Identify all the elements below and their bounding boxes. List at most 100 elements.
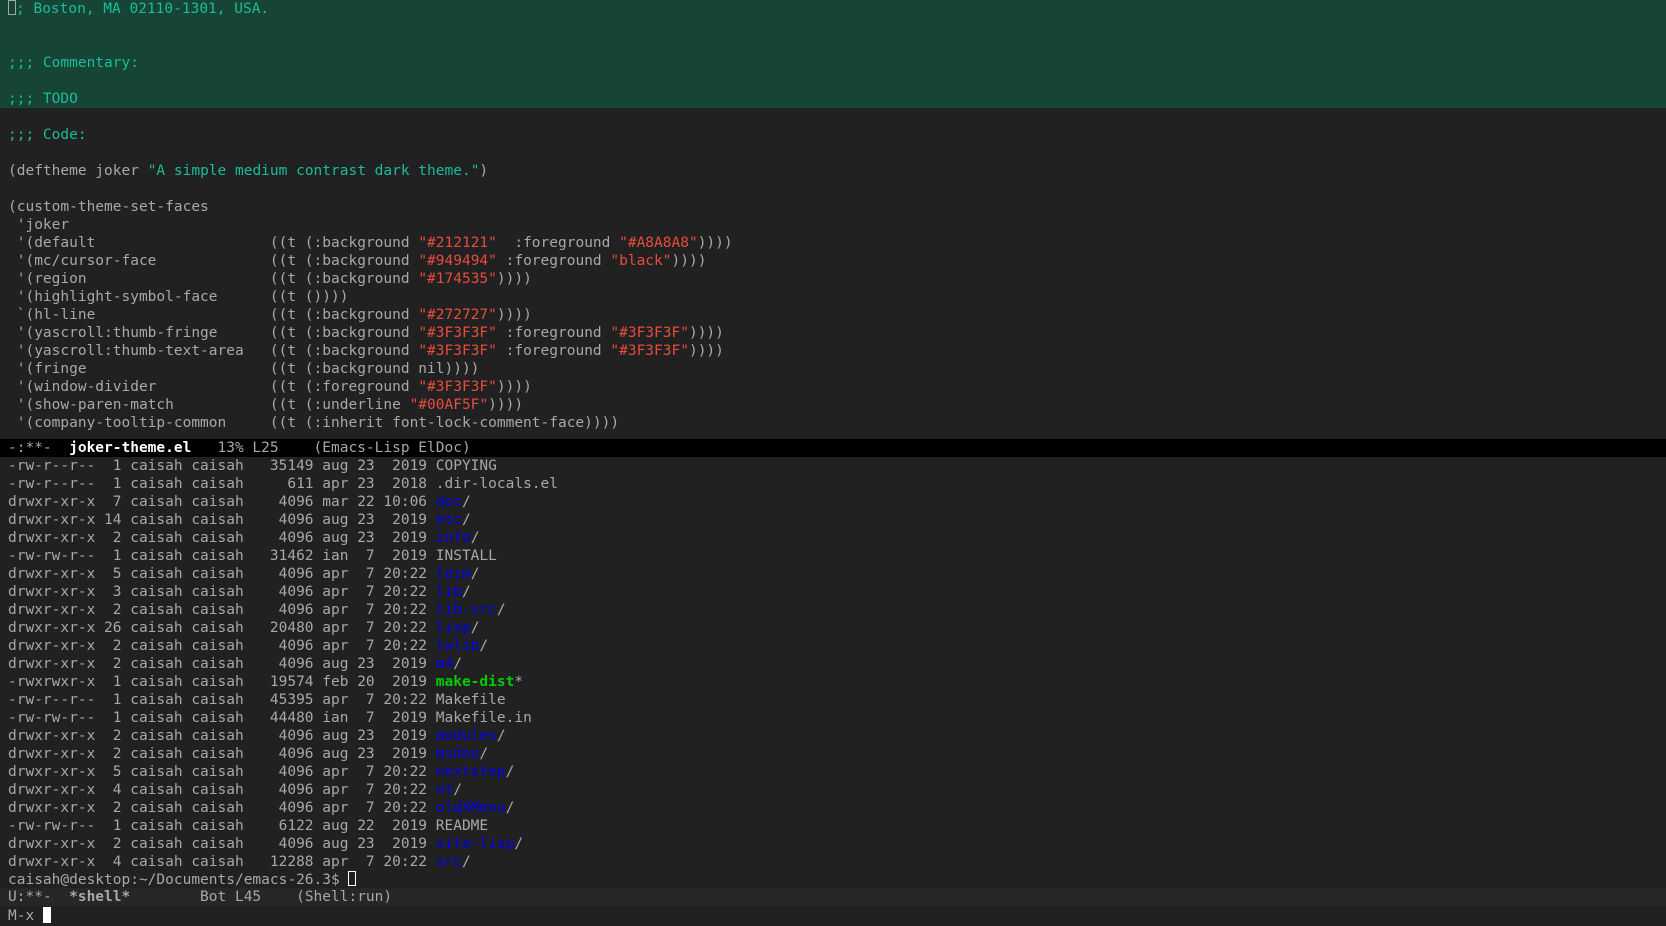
major-mode[interactable]: (Emacs-Lisp ElDoc)	[314, 440, 471, 456]
file-name[interactable]: Makefile.in	[436, 710, 532, 726]
minibuffer[interactable]: M-x	[0, 906, 1666, 926]
listing-row: drwxr-xr-x 7 caisah caisah 4096 mar 22 1…	[0, 493, 1666, 511]
dir-suffix: /	[461, 512, 471, 528]
file-metadata: drwxr-xr-x 2 caisah caisah 4096 apr 7 20…	[8, 800, 436, 816]
code-text: (custom-theme-set-faces	[8, 199, 209, 215]
directory-name[interactable]: nt	[436, 782, 453, 798]
code-line: ; Boston, MA 02110-1301, USA.	[0, 0, 1666, 18]
listing-row: drwxr-xr-x 2 caisah caisah 4096 aug 23 2…	[0, 835, 1666, 853]
dir-suffix: /	[470, 620, 480, 636]
code-line: '(show-paren-match ((t (:underline "#00A…	[0, 396, 1666, 414]
file-metadata: -rw-r--r-- 1 caisah caisah 45395 apr 7 2…	[8, 692, 436, 708]
directory-name[interactable]: lisp	[436, 620, 471, 636]
directory-name[interactable]: etc	[436, 512, 462, 528]
executable-name[interactable]: make-dist	[436, 674, 515, 690]
file-metadata: drwxr-xr-x 26 caisah caisah 20480 apr 7 …	[8, 620, 436, 636]
directory-listing: -rw-r--r-- 1 caisah caisah 35149 aug 23 …	[0, 457, 1666, 871]
file-metadata: drwxr-xr-x 5 caisah caisah 4096 apr 7 20…	[8, 566, 436, 582]
code-line: (deftheme joker "A simple medium contras…	[0, 162, 1666, 180]
file-name[interactable]: COPYING	[436, 458, 497, 474]
directory-name[interactable]: info	[436, 530, 471, 546]
file-metadata: -rw-r--r-- 1 caisah caisah 35149 aug 23 …	[8, 458, 436, 474]
mode-line-status: -:**-	[8, 440, 70, 456]
code-text: )	[479, 163, 489, 179]
buffer-name[interactable]: *shell*	[69, 889, 130, 905]
directory-name[interactable]: lib	[436, 584, 462, 600]
dir-suffix: /	[514, 836, 524, 852]
string-literal: "black"	[610, 253, 672, 269]
file-metadata: drwxr-xr-x 2 caisah caisah 4096 apr 7 20…	[8, 638, 436, 654]
buffer-position: Bot L45	[130, 889, 297, 905]
listing-row: drwxr-xr-x 2 caisah caisah 4096 aug 23 2…	[0, 745, 1666, 763]
shell-prompt-line[interactable]: caisah@desktop:~/Documents/emacs-26.3$	[0, 871, 1666, 888]
directory-name[interactable]: nextstep	[436, 764, 506, 780]
directory-name[interactable]: msdos	[436, 746, 480, 762]
file-metadata: drwxr-xr-x 2 caisah caisah 4096 aug 23 2…	[8, 728, 436, 744]
code-text: ))))	[671, 253, 707, 269]
directory-name[interactable]: doc	[436, 494, 462, 510]
listing-row: -rw-r--r-- 1 caisah caisah 611 apr 23 20…	[0, 475, 1666, 493]
code-text: :foreground	[496, 253, 611, 269]
directory-name[interactable]: oldXMenu	[436, 800, 506, 816]
dir-suffix: /	[470, 530, 480, 546]
code-line: '(yascroll:thumb-fringe ((t (:background…	[0, 324, 1666, 342]
buffer-name[interactable]: joker-theme.el	[69, 440, 191, 456]
editor-window[interactable]: ; Boston, MA 02110-1301, USA. ;;; Comment…	[0, 0, 1666, 439]
file-name[interactable]: .dir-locals.el	[436, 476, 558, 492]
file-metadata: -rwxrwxr-x 1 caisah caisah 19574 feb 20 …	[8, 674, 436, 690]
file-name[interactable]: INSTALL	[436, 548, 497, 564]
dir-suffix: /	[505, 764, 515, 780]
listing-row: drwxr-xr-x 26 caisah caisah 20480 apr 7 …	[0, 619, 1666, 637]
code-line: '(highlight-symbol-face ((t ())))	[0, 288, 1666, 306]
dir-suffix: /	[453, 782, 462, 798]
shell-window[interactable]: -rw-r--r-- 1 caisah caisah 35149 aug 23 …	[0, 457, 1666, 888]
code-text: '(mc/cursor-face ((t (:background	[8, 253, 419, 269]
code-line: '(fringe ((t (:background nil))))	[0, 360, 1666, 378]
mode-line-shell[interactable]: U:**- *shell* Bot L45 (Shell:run)	[0, 888, 1666, 906]
selected-region[interactable]: ; Boston, MA 02110-1301, USA. ;;; Comment…	[0, 0, 1666, 108]
listing-row: drwxr-xr-x 2 caisah caisah 4096 aug 23 2…	[0, 655, 1666, 673]
listing-row: -rw-rw-r-- 1 caisah caisah 44480 ian 7 2…	[0, 709, 1666, 727]
string-literal: "#174535"	[418, 271, 497, 287]
file-name[interactable]: README	[436, 818, 488, 834]
code-text: '(window-divider ((t (:foreground	[8, 379, 419, 395]
file-metadata: drwxr-xr-x 2 caisah caisah 4096 aug 23 2…	[8, 746, 436, 762]
file-metadata: drwxr-xr-x 5 caisah caisah 4096 apr 7 20…	[8, 764, 436, 780]
file-metadata: drwxr-xr-x 4 caisah caisah 12288 apr 7 2…	[8, 854, 436, 870]
directory-name[interactable]: modules	[436, 728, 497, 744]
file-metadata: -rw-rw-r-- 1 caisah caisah 44480 ian 7 2…	[8, 710, 436, 726]
mode-line-status: U:**-	[8, 889, 70, 905]
listing-row: drwxr-xr-x 4 caisah caisah 12288 apr 7 2…	[0, 853, 1666, 871]
file-metadata: drwxr-xr-x 2 caisah caisah 4096 aug 23 2…	[8, 656, 436, 672]
code-area[interactable]: ;;; Code: (deftheme joker "A simple mediu…	[0, 108, 1666, 432]
directory-name[interactable]: lwlib	[436, 638, 480, 654]
mode-line-editor[interactable]: -:**- joker-theme.el 13% L25 (Emacs-Lisp…	[0, 439, 1666, 457]
file-metadata: -rw-r--r-- 1 caisah caisah 611 apr 23 20…	[8, 476, 436, 492]
dir-suffix: /	[461, 854, 471, 870]
minibuffer-cursor	[42, 907, 51, 923]
code-text: '(fringe ((t (:background nil))))	[8, 361, 480, 377]
directory-name[interactable]: lib-src	[436, 602, 497, 618]
file-metadata: -rw-rw-r-- 1 caisah caisah 31462 ian 7 2…	[8, 548, 436, 564]
listing-row: drwxr-xr-x 2 caisah caisah 4096 apr 7 20…	[0, 799, 1666, 817]
string-literal: "#3F3F3F"	[418, 325, 497, 341]
major-mode[interactable]: (Shell:run)	[296, 889, 392, 905]
directory-name[interactable]: site-lisp	[436, 836, 515, 852]
file-metadata: drwxr-xr-x 2 caisah caisah 4096 aug 23 2…	[8, 836, 436, 852]
directory-name[interactable]: leim	[436, 566, 471, 582]
dir-suffix: /	[453, 656, 462, 672]
listing-row: -rw-rw-r-- 1 caisah caisah 6122 aug 22 2…	[0, 817, 1666, 835]
string-literal: "#212121"	[418, 235, 497, 251]
directory-name[interactable]: m4	[436, 656, 453, 672]
code-line: '(company-tooltip-common ((t (:inherit f…	[0, 414, 1666, 432]
exe-suffix: *	[514, 674, 524, 690]
directory-name[interactable]: src	[436, 854, 462, 870]
code-text: ))))	[697, 235, 733, 251]
code-line: '(default ((t (:background "#212121" :fo…	[0, 234, 1666, 252]
comment-text: ;;; Code:	[8, 127, 87, 143]
code-line: `(hl-line ((t (:background "#272727"))))	[0, 306, 1666, 324]
file-name[interactable]: Makefile	[436, 692, 506, 708]
text-cursor	[348, 871, 357, 886]
